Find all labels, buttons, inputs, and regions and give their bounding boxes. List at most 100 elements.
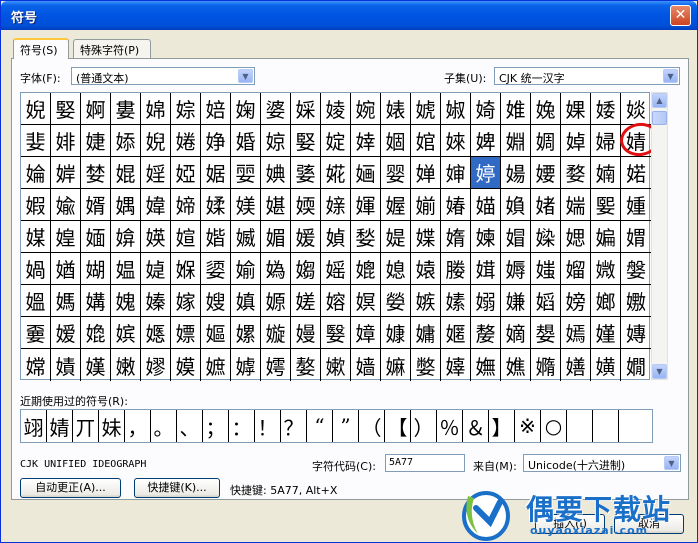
- symbol-cell[interactable]: 婆: [261, 93, 291, 125]
- close-button[interactable]: ✕: [670, 5, 691, 26]
- symbol-cell[interactable]: 婻: [591, 157, 621, 189]
- symbol-cell[interactable]: 嫒: [51, 317, 81, 349]
- symbol-cell[interactable]: 婨: [21, 157, 51, 189]
- symbol-cell[interactable]: 嫵: [471, 349, 501, 381]
- symbol-cell[interactable]: 婳: [351, 157, 381, 189]
- symbol-cell[interactable]: 嫄: [261, 285, 291, 317]
- symbol-cell[interactable]: 嫂: [201, 285, 231, 317]
- symbol-cell[interactable]: 婩: [51, 157, 81, 189]
- title-bar[interactable]: 符号 ✕: [1, 1, 697, 30]
- symbol-cell[interactable]: 嫸: [561, 349, 591, 381]
- symbol-cell[interactable]: 媬: [171, 253, 201, 285]
- symbol-cell[interactable]: 媼: [21, 285, 51, 317]
- symbol-cell[interactable]: 媴: [411, 253, 441, 285]
- symbol-cell[interactable]: 媶: [471, 253, 501, 285]
- symbol-cell[interactable]: 婛: [261, 125, 291, 157]
- symbol-cell[interactable]: 嫡: [501, 317, 531, 349]
- symbol-cell[interactable]: 媻: [621, 253, 651, 285]
- symbol-cell[interactable]: 婜: [51, 93, 81, 125]
- symbol-cell[interactable]: 嫠: [471, 317, 501, 349]
- recent-symbol-cell[interactable]: [619, 410, 645, 442]
- symbol-cell[interactable]: 婬: [141, 157, 171, 189]
- symbol-cell[interactable]: 媋: [441, 189, 471, 221]
- symbol-cell[interactable]: 婇: [291, 93, 321, 125]
- symbol-cell[interactable]: 婾: [51, 189, 81, 221]
- symbol-cell[interactable]: 媾: [81, 285, 111, 317]
- recent-symbol-cell[interactable]: ）: [411, 410, 437, 442]
- symbol-cell[interactable]: 媜: [321, 221, 351, 253]
- symbol-cell[interactable]: 媓: [51, 221, 81, 253]
- symbol-cell[interactable]: 嫷: [531, 349, 561, 381]
- symbol-cell[interactable]: 嫕: [141, 317, 171, 349]
- symbol-cell[interactable]: 媧: [21, 253, 51, 285]
- symbol-cell[interactable]: 媔: [81, 221, 111, 253]
- symbol-cell[interactable]: 婡: [441, 125, 471, 157]
- symbol-cell[interactable]: 媛: [291, 221, 321, 253]
- recent-symbol-cell[interactable]: ＆: [463, 410, 489, 442]
- symbol-cell[interactable]: 嫌: [501, 285, 531, 317]
- recent-symbol-cell[interactable]: 妹: [99, 410, 125, 442]
- symbol-cell[interactable]: 媃: [201, 189, 231, 221]
- symbol-cell[interactable]: 嫖: [171, 317, 201, 349]
- symbol-cell[interactable]: 嫮: [261, 349, 291, 381]
- symbol-cell[interactable]: 婉: [351, 93, 381, 125]
- recent-symbol-cell[interactable]: [593, 410, 619, 442]
- recent-symbol-cell[interactable]: 翊: [21, 410, 47, 442]
- symbol-cell[interactable]: 婏: [531, 93, 561, 125]
- symbol-cell[interactable]: 媉: [381, 189, 411, 221]
- symbol-cell[interactable]: 婼: [621, 157, 651, 189]
- recent-symbol-cell[interactable]: 丌: [73, 410, 99, 442]
- symbol-cell[interactable]: 婰: [261, 157, 291, 189]
- symbol-cell[interactable]: 嫗: [201, 317, 231, 349]
- symbol-cell[interactable]: 媽: [51, 285, 81, 317]
- symbol-cell[interactable]: 媷: [501, 253, 531, 285]
- symbol-cell[interactable]: 嫘: [231, 317, 261, 349]
- symbol-cell[interactable]: 媲: [351, 253, 381, 285]
- symbol-cell[interactable]: 媚: [261, 221, 291, 253]
- symbol-cell[interactable]: 嫐: [621, 285, 651, 317]
- recent-symbol-cell[interactable]: ○: [541, 410, 567, 442]
- symbol-cell[interactable]: 嫨: [81, 349, 111, 381]
- symbol-cell[interactable]: 婌: [441, 93, 471, 125]
- symbol-cell[interactable]: 嫆: [321, 285, 351, 317]
- symbol-cell[interactable]: 婃: [171, 93, 201, 125]
- symbol-cell[interactable]: 婵: [411, 157, 441, 189]
- symbol-cell[interactable]: 嫇: [351, 285, 381, 317]
- symbol-cell[interactable]: 媸: [531, 253, 561, 285]
- recent-symbol-cell[interactable]: “: [307, 410, 333, 442]
- symbol-cell[interactable]: 嫍: [531, 285, 561, 317]
- symbol-cell[interactable]: 婀: [81, 93, 111, 125]
- symbol-cell[interactable]: 媢: [501, 221, 531, 253]
- recent-symbol-cell[interactable]: ；: [203, 410, 229, 442]
- symbol-cell[interactable]: 婚: [231, 125, 261, 157]
- symbol-cell[interactable]: 媯: [261, 253, 291, 285]
- symbol-cell[interactable]: 婔: [51, 125, 81, 157]
- recent-symbol-cell[interactable]: 】: [489, 410, 515, 442]
- symbol-cell[interactable]: 媱: [321, 253, 351, 285]
- symbol-cell[interactable]: 婐: [561, 93, 591, 125]
- symbol-cell[interactable]: 婤: [531, 125, 561, 157]
- symbol-cell[interactable]: 婢: [471, 125, 501, 157]
- symbol-cell[interactable]: 婒: [621, 93, 651, 125]
- symbol-cell[interactable]: 婗: [141, 125, 171, 157]
- symbol-cell[interactable]: 婜: [291, 125, 321, 157]
- symbol-cell[interactable]: 婈: [321, 93, 351, 125]
- symbol-cell[interactable]: 媒: [21, 221, 51, 253]
- symbol-cell[interactable]: 嫲: [381, 349, 411, 381]
- scroll-thumb[interactable]: [652, 111, 667, 125]
- symbol-cell[interactable]: 婟: [381, 125, 411, 157]
- symbol-cell[interactable]: 媖: [141, 221, 171, 253]
- symbol-cell[interactable]: 媦: [621, 221, 651, 253]
- symbol-cell[interactable]: 媑: [621, 189, 651, 221]
- symbol-cell[interactable]: 嫟: [441, 317, 471, 349]
- symbol-cell[interactable]: 嫙: [261, 317, 291, 349]
- symbol-cell[interactable]: 嫞: [411, 317, 441, 349]
- symbol-cell[interactable]: 嫪: [141, 349, 171, 381]
- symbol-cell[interactable]: 嫜: [351, 317, 381, 349]
- symbol-cell[interactable]: 嫫: [171, 349, 201, 381]
- recent-symbol-cell[interactable]: 婧: [47, 410, 73, 442]
- recent-symbol-cell[interactable]: （: [359, 410, 385, 442]
- symbol-cell[interactable]: 婧: [621, 125, 651, 157]
- symbol-cell[interactable]: 婊: [381, 93, 411, 125]
- symbol-cell[interactable]: 媝: [351, 221, 381, 253]
